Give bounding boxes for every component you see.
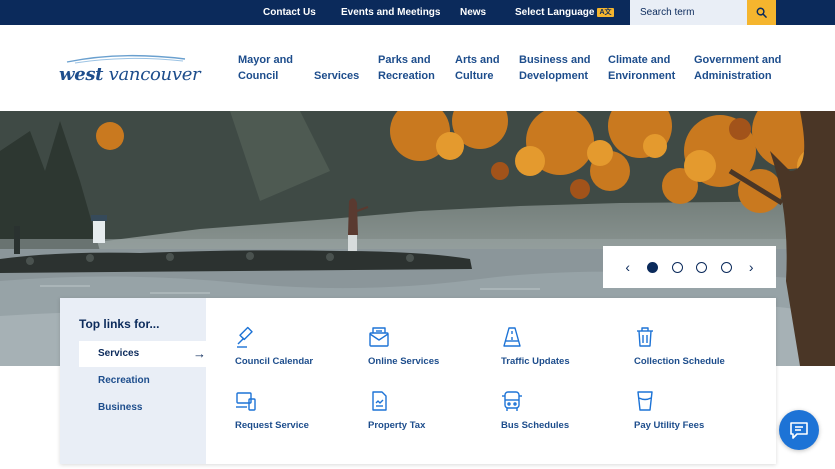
top-links-sidebar: Top links for... Services → Recreation B… xyxy=(60,298,206,464)
nav-parks-recreation[interactable]: Parks and Recreation xyxy=(378,52,435,84)
nav-business-development[interactable]: Business and Development xyxy=(519,52,591,84)
chevron-left-icon[interactable]: ‹ xyxy=(622,259,634,275)
tab-services-label: Services xyxy=(98,348,140,359)
council-calendar-label: Council Calendar xyxy=(235,356,314,367)
tab-business[interactable]: Business xyxy=(79,395,206,421)
trash-bin-icon xyxy=(637,327,653,347)
nav-arts-culture[interactable]: Arts and Culture xyxy=(455,52,500,84)
link-online-services[interactable]: Online Services xyxy=(368,326,488,367)
translate-icon: A文 xyxy=(597,8,614,17)
nav-government-administration[interactable]: Government and Administration xyxy=(694,52,781,84)
online-services-label: Online Services xyxy=(368,356,440,367)
water-glass-icon xyxy=(637,391,653,411)
top-links-title: Top links for... xyxy=(79,317,160,331)
events-meetings-link[interactable]: Events and Meetings xyxy=(341,0,440,25)
link-council-calendar[interactable]: Council Calendar xyxy=(235,326,355,367)
traffic-updates-label: Traffic Updates xyxy=(501,356,570,367)
logo-wordmark: west vancouver xyxy=(59,64,201,85)
tab-services[interactable]: Services → xyxy=(79,341,206,367)
link-request-service[interactable]: Request Service xyxy=(235,390,355,431)
carousel-dot-2[interactable] xyxy=(671,261,683,273)
bus-icon xyxy=(502,391,522,411)
pay-utility-fees-label: Pay Utility Fees xyxy=(634,420,705,431)
search-icon xyxy=(756,7,767,18)
document-icon xyxy=(372,391,387,411)
gavel-icon xyxy=(237,326,253,348)
carousel-dot-1[interactable] xyxy=(647,261,659,273)
nav-mayor-council[interactable]: Mayor and Council xyxy=(238,52,293,84)
bus-schedules-label: Bus Schedules xyxy=(501,420,570,431)
road-icon xyxy=(503,327,521,347)
nav-services[interactable]: Services xyxy=(314,68,359,84)
select-language-label: Select Language xyxy=(515,7,595,18)
site-logo[interactable]: west vancouver xyxy=(59,54,201,86)
tab-recreation[interactable]: Recreation xyxy=(79,368,206,394)
link-bus-schedules[interactable]: Bus Schedules xyxy=(501,390,621,431)
carousel-control: ‹ › xyxy=(603,246,776,288)
utility-bar: Contact Us Events and Meetings News Sele… xyxy=(0,0,835,25)
logo-swoosh xyxy=(66,54,186,64)
site-header: west vancouver Mayor and Council Service… xyxy=(0,25,835,111)
carousel-dot-3[interactable] xyxy=(696,261,708,273)
top-links-card: Top links for... Services → Recreation B… xyxy=(60,298,776,464)
link-traffic-updates[interactable]: Traffic Updates xyxy=(501,326,621,367)
news-link[interactable]: News xyxy=(460,0,486,25)
link-collection-schedule[interactable]: Collection Schedule xyxy=(634,326,754,367)
link-property-tax[interactable]: Property Tax xyxy=(368,390,488,431)
contact-us-link[interactable]: Contact Us xyxy=(263,0,316,25)
select-language-button[interactable]: Select Language A文 xyxy=(515,0,614,25)
arrow-right-icon: → xyxy=(193,346,206,361)
devices-icon xyxy=(236,392,256,411)
property-tax-label: Property Tax xyxy=(368,420,426,431)
chevron-right-icon[interactable]: › xyxy=(745,259,757,275)
link-pay-utility-fees[interactable]: Pay Utility Fees xyxy=(634,390,754,431)
search-button[interactable] xyxy=(747,0,776,25)
collection-schedule-label: Collection Schedule xyxy=(634,356,725,367)
chat-button[interactable] xyxy=(779,410,819,450)
carousel-dot-4[interactable] xyxy=(720,261,732,273)
mail-icon xyxy=(369,327,389,347)
search-input[interactable] xyxy=(630,0,747,25)
nav-climate-environment[interactable]: Climate and Environment xyxy=(608,52,675,84)
request-service-label: Request Service xyxy=(235,420,309,431)
chat-bubble-icon xyxy=(790,422,808,439)
